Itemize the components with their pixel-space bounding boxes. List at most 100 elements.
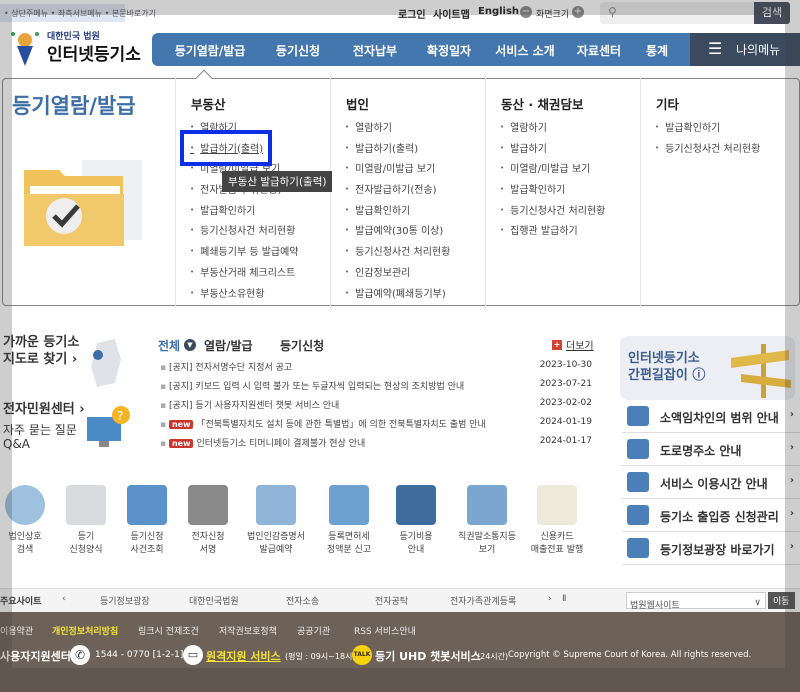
menu-item[interactable]: 등기신청사건 처리현황 [190, 222, 299, 243]
footer-link-privacy[interactable]: 개인정보처리방침 [52, 624, 118, 637]
more-link[interactable]: 더보기 [566, 337, 594, 352]
paper-icon [329, 485, 369, 525]
search-input[interactable]: ⚲ 검색 [600, 2, 790, 24]
menu-item[interactable]: 등기신청사건 처리현황 [500, 202, 605, 223]
site-link[interactable]: 등기정보광장 [100, 594, 150, 607]
label: 법인인감증명서 [247, 532, 305, 542]
mega-menu-title: 등기열람/발급 [12, 94, 136, 118]
tab-all[interactable]: 전체 [158, 337, 180, 354]
nav-item-fixed-date[interactable]: 확정일자 [427, 42, 471, 59]
label: 신용카드 [540, 532, 574, 542]
service-license-tax[interactable]: 등록면허세 정액분 신고 [314, 485, 384, 557]
service-card-receipt[interactable]: 신용카드 매출전표 발행 [522, 485, 592, 557]
service-seal-reservation[interactable]: 법인인감증명서 발급예약 [241, 485, 311, 557]
menu-item[interactable]: 부동산소유현황 [190, 285, 299, 306]
service-cancellation-notice[interactable]: 직권말소통지등 보기 [452, 485, 522, 557]
menu-item[interactable]: 전자발급하기(전송) [345, 181, 450, 202]
search-button[interactable]: 검색 [754, 2, 790, 24]
faq-link[interactable]: 자주 묻는 질문 Q&A [3, 423, 77, 451]
notice-row[interactable]: ▪ [공지] 등기 사용자지원센터 챗봇 서비스 안내 2023-02-02 [160, 398, 600, 417]
e-civil-center-link[interactable]: 전자민원센터 › [3, 401, 85, 418]
site-link[interactable]: 전자공탁 [375, 594, 408, 607]
footer-link[interactable]: RSS 서비스안내 [354, 624, 416, 637]
menu-item[interactable]: 발급예약(30통 이상) [345, 222, 450, 243]
menu-item[interactable]: 미열람/미발급 보기 [500, 160, 605, 181]
service-case-lookup[interactable]: 등기신청 사건조회 [112, 485, 182, 557]
zoom-out-icon[interactable]: − [520, 6, 532, 18]
tab-view-issue[interactable]: 열람/발급 [204, 337, 253, 354]
menu-item[interactable]: 등기신청사건 처리현황 [345, 243, 450, 264]
menu-column-corporation: 법인 열람하기 발급하기(출력) 미열람/미발급 보기 전자발급하기(전송) 발… [330, 78, 450, 306]
service-fee-guide[interactable]: 등기비용 안내 [381, 485, 451, 557]
service-e-sign[interactable]: 전자신청 서명 [173, 485, 243, 557]
chatbot-link[interactable]: 등기 UHD 챗봇서비스 [375, 648, 481, 664]
quick-link-data-plaza[interactable]: 등기정보광장 바로가기 › [622, 532, 800, 565]
site-link[interactable]: 전자가족관계등록 [450, 594, 516, 607]
menu-item[interactable]: 발급하기(출력) [345, 140, 450, 161]
site-link[interactable]: 대한민국법원 [189, 594, 239, 607]
chevron-right-icon: › [789, 409, 794, 420]
notice-title[interactable]: [공지] 키보드 입력 시 입력 불가 또는 두글자씩 입력되는 현상의 조치방… [169, 382, 464, 392]
menu-item[interactable]: 집행관 발급하기 [500, 222, 605, 243]
remote-support-link[interactable]: 원격지원 서비스 [206, 648, 281, 664]
notice-title[interactable]: 「전북특별자치도 설치 등에 관한 특별법」에 의한 전북특별자치도 출범 안내 [196, 420, 485, 430]
menu-item[interactable]: 발급확인하기 [345, 202, 450, 223]
notice-row[interactable]: ▪ new 인터넷등기소 티머니페이 결제불가 현상 안내 2024-01-17 [160, 436, 600, 455]
label: 정액분 신고 [326, 545, 372, 555]
menu-item[interactable]: 발급하기 [500, 140, 605, 161]
notice-title[interactable]: [공지] 전자서명수단 지정서 공고 [169, 363, 292, 373]
nav-item-stats[interactable]: 통계 [646, 42, 668, 59]
footer-link[interactable]: 공공기관 [297, 624, 330, 637]
skip-links[interactable]: • 상단주메뉴 • 좌측서브메뉴 • 본문바로가기 [0, 4, 156, 22]
sitemap-link[interactable]: 사이트맵 [433, 6, 470, 21]
site-link[interactable]: 전자소송 [286, 594, 319, 607]
footer-link[interactable]: 저작권보호정책 [219, 624, 277, 637]
prev-arrow-icon[interactable]: ‹ [62, 594, 66, 604]
nav-item-resources[interactable]: 자료센터 [577, 42, 621, 59]
menu-item[interactable]: 인감정보관리 [345, 264, 450, 285]
nav-item-service[interactable]: 서비스 소개 [495, 42, 554, 59]
tab-apply[interactable]: 등기신청 [280, 337, 324, 354]
notice-row[interactable]: ▪ new 「전북특별자치도 설치 등에 관한 특별법」에 의한 전북특별자치도 … [160, 417, 600, 436]
footer-link[interactable]: 이용약관 [0, 624, 33, 637]
menu-item[interactable]: 발급확인하기 [500, 181, 605, 202]
menu-item[interactable]: 발급예약(폐쇄등기부) [345, 285, 450, 306]
english-link[interactable]: English [478, 6, 519, 17]
quick-link-service-hours[interactable]: 서비스 이용시간 안내 › [622, 466, 800, 499]
quick-link-road-address[interactable]: 도로명주소 안내 › [622, 433, 800, 466]
label: 전자신청 [191, 532, 225, 542]
nav-item-payment[interactable]: 전자납부 [353, 42, 397, 59]
menu-item[interactable]: 미열람/미발급 보기 [345, 160, 450, 181]
next-arrow-icon[interactable]: › [548, 594, 552, 604]
map-finder-link[interactable]: 가까운 등기소 지도로 찾기 › [3, 334, 79, 368]
footer-link[interactable]: 링크시 전제조건 [138, 624, 199, 637]
menu-item[interactable]: 발급확인하기 [190, 202, 299, 223]
menu-item[interactable]: 등기신청사건 처리현황 [655, 140, 760, 161]
menu-item[interactable]: 열람하기 [500, 119, 605, 140]
nav-item-view-issue[interactable]: 등기열람/발급 [175, 42, 246, 59]
notice-row[interactable]: ▪ [공지] 키보드 입력 시 입력 불가 또는 두글자씩 입력되는 현상의 조… [160, 379, 600, 398]
notice-title[interactable]: [공지] 등기 사용자지원센터 챗봇 서비스 안내 [169, 401, 339, 411]
logo[interactable]: 대한민국 법원 인터넷등기소 [5, 26, 141, 70]
notice-row[interactable]: ▪ [공지] 전자서명수단 지정서 공고 2023-10-30 [160, 360, 600, 379]
nav-item-apply[interactable]: 등기신청 [276, 42, 320, 59]
menu-item[interactable]: 열람하기 [345, 119, 450, 140]
menu-item[interactable]: 폐쇄등기부 등 발급예약 [190, 243, 298, 264]
login-link[interactable]: 로그인 [398, 6, 426, 21]
my-menu-button[interactable]: ☰ 나의메뉴 [690, 33, 800, 66]
service-forms[interactable]: 등기 신청양식 [51, 485, 121, 557]
menu-item[interactable]: 부동산거래 체크리스트 [190, 264, 299, 285]
quick-link-small-tenant[interactable]: 소액임차인의 범위 안내 › [622, 400, 800, 433]
calendar-icon [256, 485, 296, 525]
document-icon [66, 485, 106, 525]
chevron-right-icon: › [789, 541, 794, 552]
zoom-in-icon[interactable]: + [572, 6, 584, 18]
site-select[interactable]: 법원웹사이트 ∨ [626, 592, 766, 611]
quick-link-access-pass[interactable]: 등기소 출입증 신청관리 › [622, 499, 800, 532]
menu-item[interactable]: 발급확인하기 [655, 119, 760, 140]
notice-title[interactable]: 인터넷등기소 티머니페이 결제불가 현상 안내 [196, 439, 365, 449]
pause-icon[interactable]: Ⅱ [562, 594, 566, 604]
quick-guide-banner[interactable]: 인터넷등기소 간편길잡이 ⓘ [620, 336, 795, 400]
go-button[interactable]: 이동 [768, 592, 795, 609]
quick-link-label: 등기소 출입증 신청관리 [660, 510, 779, 524]
